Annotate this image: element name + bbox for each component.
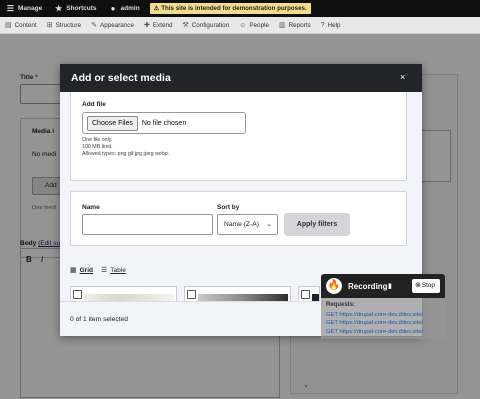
apply-filters-button[interactable]: Apply filters (284, 213, 350, 236)
menu-item-label: Appearance (100, 21, 134, 29)
user-icon: ● (110, 4, 116, 13)
request-item[interactable]: GET https://drupal-core-dev.ddev.site/ (326, 312, 442, 318)
help-line: Allowed types: png gif jpg jpeg webp. (82, 151, 170, 157)
media-item[interactable] (184, 286, 291, 301)
help-line: One file only. (82, 137, 113, 143)
add-file-card: Add file Choose Files No file chosen One… (70, 92, 407, 181)
grid-icon: ▦ (70, 267, 77, 274)
table-view-link[interactable]: ☰ Table (101, 266, 126, 275)
request-item[interactable]: GET https://drupal-core-dev.ddev.site/ (326, 320, 442, 326)
user-label: admin (120, 5, 140, 12)
recording-label: Recording (348, 282, 388, 291)
selected-count: 0 of 1 item selected (70, 316, 128, 323)
shortcuts-label: Shortcuts (66, 5, 97, 12)
menu-item-label: Configuration (191, 21, 230, 29)
appearance-icon: ✎ (91, 22, 97, 29)
choose-files-button[interactable]: Choose Files (87, 115, 138, 131)
warning-icon: ⚠ (153, 5, 160, 12)
menu-item-appearance[interactable]: ✎ Appearance (86, 21, 139, 30)
admin-toolbar: ☰ Manage ★ Shortcuts ● admin ⚠ This site… (0, 0, 480, 17)
requests-panel: Requests: GET https://drupal-core-dev.dd… (321, 298, 445, 339)
menu-item-label: Structure (55, 21, 82, 29)
stop-icon: ⊗ (415, 282, 421, 289)
file-status: No file chosen (141, 119, 187, 127)
chevron-down-icon: ⌄ (266, 221, 272, 228)
user-tab[interactable]: ● admin (103, 0, 146, 17)
name-label: Name (82, 204, 100, 211)
media-thumbnail (312, 294, 319, 301)
menu-item-extend[interactable]: ✚ Extend (139, 21, 177, 30)
file-input[interactable]: Choose Files No file chosen (82, 112, 246, 134)
grid-view-label: Grid (79, 266, 93, 274)
media-item[interactable] (70, 286, 177, 301)
menu-item-configuration[interactable]: ⚒ Configuration (177, 21, 234, 30)
flame-icon: 🔥 (326, 278, 342, 294)
structure-icon: ⊞ (46, 22, 53, 29)
menu-item-label: Content (14, 21, 37, 29)
menu-item-label: Reports (288, 21, 311, 29)
menu-item-people[interactable]: ☺ People (234, 22, 274, 29)
star-icon: ★ (55, 4, 63, 13)
manage-label: Manage (18, 5, 43, 12)
menu-item-help[interactable]: ? Help (316, 22, 346, 29)
menu-item-label: Help (327, 21, 341, 29)
sort-label: Sort by (217, 204, 240, 211)
shortcuts-tab[interactable]: ★ Shortcuts (48, 0, 102, 17)
menu-item-label: Extend (152, 21, 173, 29)
media-item[interactable] (298, 286, 320, 301)
recorder-widget: 🔥 Recording ▮ ⊗Stop Requests: GET https:… (321, 274, 445, 339)
menu-item-label: People (249, 21, 269, 29)
content-icon: ▤ (5, 22, 12, 29)
menu-item-structure[interactable]: ⊞ Structure (42, 21, 86, 30)
select-checkbox[interactable] (301, 290, 310, 299)
media-thumbnail (84, 294, 174, 301)
requests-label: Requests: (326, 302, 356, 308)
select-checkbox[interactable] (73, 290, 82, 299)
view-switcher: ▦ Grid ☰ Table (70, 266, 134, 275)
filter-card: Name Sort by Name (Z-A) ⌄ Apply filters (70, 191, 407, 246)
wrench-icon: ⚒ (182, 22, 189, 29)
close-icon[interactable]: × (400, 71, 405, 83)
admin-menu: ▤ Content ⊞ Structure ✎ Appearance ✚ Extend … (0, 17, 480, 34)
media-thumbnail (198, 294, 288, 301)
menu-icon: ☰ (6, 4, 15, 13)
people-icon: ☺ (239, 21, 247, 29)
demo-warning-text: This site is intended for demonstration … (161, 5, 307, 12)
add-file-label: Add file (82, 101, 106, 108)
help-icon: ? (320, 21, 325, 29)
dialog-body: Add file Choose Files No file chosen One… (60, 92, 422, 301)
stop-button[interactable]: ⊗Stop (412, 279, 440, 293)
name-filter-input[interactable] (82, 214, 213, 235)
sort-select[interactable]: Name (Z-A) ⌄ (217, 214, 278, 235)
table-view-label: Table (110, 266, 126, 274)
extend-icon: ✚ (143, 22, 150, 29)
help-line: 100 MB limit. (82, 144, 113, 150)
menu-item-content[interactable]: ▤ Content (0, 21, 42, 30)
stop-label: Stop (421, 282, 435, 289)
dialog-title: Add or select media (71, 72, 171, 84)
recorder-bar: 🔥 Recording ▮ ⊗Stop (321, 274, 445, 298)
recording-indicator-icon: ▮ (388, 283, 392, 290)
demo-warning-badge: ⚠ This site is intended for demonstratio… (149, 3, 311, 14)
manage-tab[interactable]: ☰ Manage (0, 0, 48, 17)
menu-item-reports[interactable]: ▥ Reports (274, 21, 316, 30)
select-checkbox[interactable] (187, 290, 196, 299)
dialog-header: Add or select media × (60, 64, 422, 92)
reports-icon: ▥ (278, 22, 286, 29)
request-item[interactable]: GET https://drupal-core-dev.ddev.site/ (326, 329, 442, 335)
sort-value: Name (Z-A) (224, 221, 259, 228)
grid-view-link[interactable]: ▦ Grid (70, 266, 93, 275)
list-icon: ☰ (101, 267, 108, 274)
